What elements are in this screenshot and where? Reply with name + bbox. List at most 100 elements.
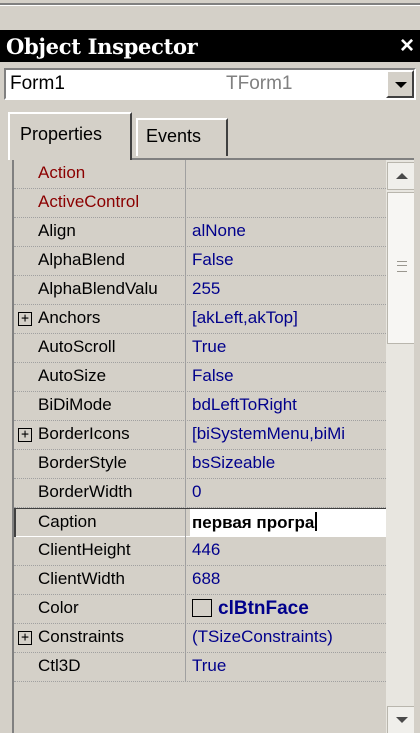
property-name[interactable]: Caption	[14, 509, 186, 537]
property-name-text: Anchors	[38, 308, 101, 327]
property-name-text: Align	[38, 221, 76, 240]
property-value-text: первая програ	[192, 513, 315, 532]
property-row-activecontrol[interactable]: ActiveControl	[14, 189, 386, 218]
property-name[interactable]: Align	[14, 218, 186, 246]
property-row-align[interactable]: Align alNone	[14, 218, 386, 247]
property-row-borderstyle[interactable]: BorderStyle bsSizeable	[14, 450, 386, 479]
property-value[interactable]: False	[190, 363, 386, 391]
property-name-text: Action	[38, 163, 86, 182]
property-name[interactable]: Action	[14, 160, 186, 188]
property-value-text: (TSizeConstraints)	[192, 627, 333, 646]
property-name[interactable]: AlphaBlendValu	[14, 276, 186, 304]
property-row-clientheight[interactable]: ClientHeight 446	[14, 537, 386, 566]
property-value-text: 446	[192, 540, 221, 559]
property-value[interactable]: False	[190, 247, 386, 275]
vertical-scrollbar[interactable]	[386, 160, 414, 733]
property-row-anchors[interactable]: + Anchors [akLeft,akTop]	[14, 305, 386, 334]
property-value[interactable]	[190, 160, 386, 188]
property-value-text: True	[192, 337, 227, 356]
property-row-borderwidth[interactable]: BorderWidth 0	[14, 479, 386, 508]
property-value-editor[interactable]: первая програ	[190, 509, 386, 537]
property-name[interactable]: Color	[14, 595, 186, 623]
property-row-caption[interactable]: Caption первая програ	[14, 508, 386, 537]
property-value[interactable]: clBtnFace	[190, 595, 386, 623]
object-selector[interactable]: Form1 TForm1	[4, 68, 416, 100]
title-bar[interactable]: Object Inspector ×	[0, 30, 420, 62]
expand-icon[interactable]: +	[18, 312, 32, 326]
expand-icon[interactable]: +	[18, 428, 32, 442]
property-value[interactable]: bdLeftToRight	[190, 392, 386, 420]
property-value-text: False	[192, 366, 234, 385]
expand-icon[interactable]: +	[18, 631, 32, 645]
property-list: Action ActiveControl Align alNone AlphaBlend…	[14, 160, 386, 682]
property-row-ctl3d[interactable]: Ctl3D True	[14, 653, 386, 682]
property-name-text: Ctl3D	[38, 656, 81, 675]
property-value[interactable]: (TSizeConstraints)	[190, 624, 386, 652]
property-value-text: clBtnFace	[218, 598, 309, 619]
property-grid: Action ActiveControl Align alNone AlphaBlend…	[12, 158, 414, 733]
tab-events[interactable]: Events	[136, 118, 228, 156]
property-value[interactable]: alNone	[190, 218, 386, 246]
tab-properties[interactable]: Properties	[8, 112, 132, 160]
grip-icon	[397, 261, 407, 272]
property-value-text: alNone	[192, 221, 246, 240]
property-value[interactable]	[190, 189, 386, 217]
property-name-text: ActiveControl	[38, 192, 140, 211]
property-row-color[interactable]: Color clBtnFace	[14, 595, 386, 624]
property-value-text: False	[192, 250, 234, 269]
property-name[interactable]: ActiveControl	[14, 189, 186, 217]
property-name[interactable]: BiDiMode	[14, 392, 186, 420]
property-name[interactable]: ClientWidth	[14, 566, 186, 594]
scroll-thumb[interactable]	[387, 192, 414, 344]
property-row-action[interactable]: Action	[14, 160, 386, 189]
property-row-bidimode[interactable]: BiDiMode bdLeftToRight	[14, 392, 386, 421]
property-name-text: AlphaBlendValu	[38, 279, 158, 298]
scroll-up-icon[interactable]	[387, 162, 414, 190]
property-name[interactable]: + Anchors	[14, 305, 186, 333]
property-name-text: Caption	[38, 512, 97, 531]
property-value-text: [biSystemMenu,biMi	[192, 424, 346, 443]
property-row-alphablendvalu[interactable]: AlphaBlendValu 255	[14, 276, 386, 305]
property-row-autoscroll[interactable]: AutoScroll True	[14, 334, 386, 363]
property-name[interactable]: + BorderIcons	[14, 421, 186, 449]
property-value[interactable]: [akLeft,akTop]	[190, 305, 386, 333]
color-swatch	[192, 599, 212, 617]
property-name[interactable]: ClientHeight	[14, 537, 186, 565]
property-value[interactable]: 0	[190, 479, 386, 507]
property-value[interactable]: True	[190, 334, 386, 362]
property-name-text: BiDiMode	[38, 395, 112, 414]
inspector-tabs: Properties Events	[8, 112, 412, 160]
property-name[interactable]: AlphaBlend	[14, 247, 186, 275]
property-row-clientwidth[interactable]: ClientWidth 688	[14, 566, 386, 595]
text-cursor	[315, 512, 318, 531]
property-value-text: [akLeft,akTop]	[192, 308, 298, 327]
object-name: Form1	[10, 73, 65, 94]
property-value[interactable]: 446	[190, 537, 386, 565]
close-icon[interactable]: ×	[400, 32, 414, 60]
scroll-down-icon[interactable]	[387, 706, 414, 733]
property-value[interactable]: 688	[190, 566, 386, 594]
property-name[interactable]: AutoScroll	[14, 334, 186, 362]
window-title: Object Inspector	[6, 34, 198, 59]
property-name[interactable]: + Constraints	[14, 624, 186, 652]
property-value[interactable]: bsSizeable	[190, 450, 386, 478]
property-name-text: BorderIcons	[38, 424, 130, 443]
property-row-alphablend[interactable]: AlphaBlend False	[14, 247, 386, 276]
property-name[interactable]: BorderStyle	[14, 450, 186, 478]
property-value-text: bdLeftToRight	[192, 395, 297, 414]
property-name-text: AlphaBlend	[38, 250, 125, 269]
property-row-constraints[interactable]: + Constraints (TSizeConstraints)	[14, 624, 386, 653]
property-value[interactable]: [biSystemMenu,biMi	[190, 421, 386, 449]
property-row-autosize[interactable]: AutoSize False	[14, 363, 386, 392]
property-row-bordericons[interactable]: + BorderIcons [biSystemMenu,biMi	[14, 421, 386, 450]
property-name[interactable]: Ctl3D	[14, 653, 186, 681]
property-value-text: True	[192, 656, 227, 675]
property-value-text: 688	[192, 569, 221, 588]
property-value-text: 255	[192, 279, 221, 298]
property-value[interactable]: 255	[190, 276, 386, 304]
property-value[interactable]: True	[190, 653, 386, 681]
property-name[interactable]: AutoSize	[14, 363, 186, 391]
property-name[interactable]: BorderWidth	[14, 479, 186, 507]
property-name-text: AutoScroll	[38, 337, 116, 356]
chevron-down-icon[interactable]	[386, 70, 414, 98]
